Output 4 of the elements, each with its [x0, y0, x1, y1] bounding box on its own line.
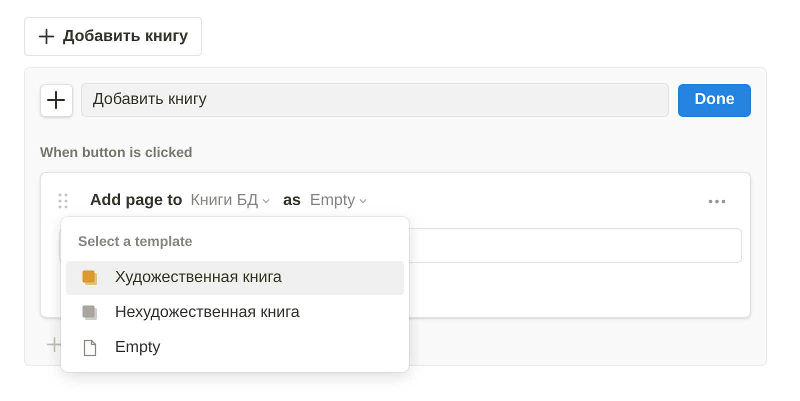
trigger-label: When button is clicked: [40, 143, 194, 162]
connector-word: as: [283, 191, 301, 211]
action-verb: Add page to: [90, 191, 182, 211]
menu-header: Select a template: [77, 232, 194, 251]
